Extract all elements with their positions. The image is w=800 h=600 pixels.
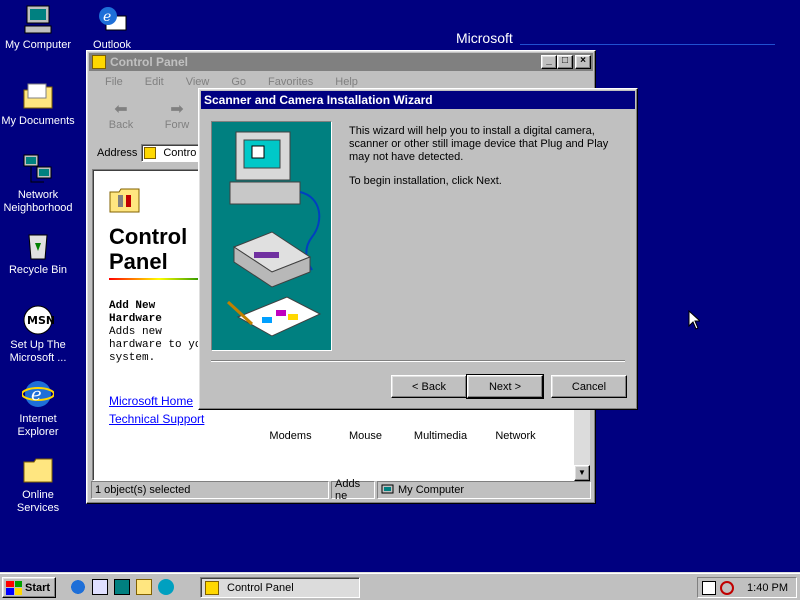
start-label: Start bbox=[25, 581, 51, 594]
address-bar: Address Contro bbox=[93, 143, 208, 163]
technical-support-link[interactable]: Technical Support bbox=[109, 412, 204, 426]
menu-favorites[interactable]: Favorites bbox=[254, 76, 321, 88]
wizard-intro-text: This wizard will help you to install a d… bbox=[349, 125, 609, 163]
item-label: Multimedia bbox=[413, 430, 468, 442]
status-zone: My Computer bbox=[377, 481, 591, 499]
item-label: Network bbox=[495, 430, 536, 442]
desktop-icon-my-documents[interactable]: My Documents bbox=[0, 80, 76, 128]
menu-go[interactable]: Go bbox=[217, 76, 254, 88]
folder-icon bbox=[22, 454, 54, 486]
scanner-camera-illustration-icon bbox=[226, 131, 322, 337]
microsoft-home-link[interactable]: Microsoft Home bbox=[109, 394, 193, 408]
taskbar: Start Control Panel 1:40 PM bbox=[0, 572, 800, 600]
start-button[interactable]: Start bbox=[2, 577, 56, 598]
svg-text:e: e bbox=[103, 9, 111, 25]
heading-gradient-rule bbox=[109, 278, 209, 280]
wizard-separator bbox=[211, 360, 625, 362]
status-objects: 1 object(s) selected bbox=[91, 481, 329, 499]
wizard-instruction-text: To begin installation, click Next. bbox=[349, 175, 502, 187]
wizard-title: Scanner and Camera Installation Wizard bbox=[204, 93, 433, 107]
back-label: Back bbox=[108, 119, 134, 131]
status-description: Adds ne bbox=[331, 478, 375, 502]
item-label: Modems bbox=[269, 430, 312, 442]
brand-divider bbox=[520, 44, 775, 45]
desktop-icon-label: My Documents bbox=[1, 115, 75, 127]
selected-item-title: Add New Hardware bbox=[109, 300, 162, 325]
desktop-icon-recycle-bin[interactable]: Recycle Bin bbox=[0, 229, 76, 277]
control-panel-folder-icon bbox=[92, 55, 106, 69]
wizard-illustration bbox=[211, 121, 332, 351]
folder-icon bbox=[22, 80, 54, 112]
desktop-icon-online-services[interactable]: Online Services bbox=[0, 454, 76, 515]
taskbar-button-control-panel[interactable]: Control Panel bbox=[200, 577, 360, 598]
quick-launch bbox=[70, 579, 174, 595]
outlook-icon: e bbox=[96, 4, 128, 36]
forward-arrow-icon: ➡ bbox=[170, 101, 184, 118]
minimize-button[interactable]: _ bbox=[541, 55, 557, 69]
svg-text:e: e bbox=[31, 384, 42, 405]
control-panel-heading: Control Panel bbox=[109, 224, 187, 274]
mouse-cursor-icon bbox=[688, 310, 700, 330]
desktop-icon-label: Recycle Bin bbox=[8, 264, 68, 276]
desktop-icon-network-neighborhood[interactable]: Network Neighborhood bbox=[0, 154, 76, 215]
scroll-down-button[interactable]: ▼ bbox=[574, 465, 590, 481]
status-bar: 1 object(s) selected Adds ne My Computer bbox=[91, 478, 591, 502]
volume-icon[interactable] bbox=[720, 580, 734, 595]
taskbar-button-label: Control Panel bbox=[227, 581, 294, 594]
back-button[interactable]: < Back bbox=[391, 375, 467, 398]
back-arrow-icon: ⬅ bbox=[114, 101, 128, 118]
outlook-express-icon[interactable] bbox=[92, 579, 108, 595]
address-value: Contro bbox=[163, 147, 197, 159]
msn-icon: MSN bbox=[22, 304, 55, 336]
channels-icon[interactable] bbox=[136, 579, 152, 595]
desktop-icon-label: My Computer bbox=[4, 39, 72, 51]
desktop-icon-internet-explorer[interactable]: e Internet Explorer bbox=[0, 378, 76, 439]
network-icon bbox=[22, 154, 54, 186]
internet-explorer-icon[interactable] bbox=[70, 579, 86, 595]
system-tray: 1:40 PM bbox=[697, 577, 797, 598]
scanner-camera-wizard-dialog[interactable]: Scanner and Camera Installation Wizard T… bbox=[198, 88, 638, 410]
control-panel-small-icon bbox=[144, 147, 157, 159]
control-panel-heading-line2: Panel bbox=[109, 249, 168, 274]
status-zone-label: My Computer bbox=[398, 484, 465, 496]
forward-button[interactable]: ➡ Forw bbox=[149, 95, 205, 139]
control-panel-large-icon bbox=[109, 188, 140, 213]
address-label: Address bbox=[97, 147, 138, 159]
maximize-button[interactable]: □ bbox=[557, 55, 573, 69]
control-panel-small-icon bbox=[205, 580, 219, 595]
menu-help[interactable]: Help bbox=[321, 76, 366, 88]
desktop-icon-outlook[interactable]: e Outlook bbox=[74, 4, 150, 52]
desktop-icon-label: Online Services bbox=[16, 489, 60, 514]
standard-toolbar: ⬅ Back ➡ Forw bbox=[93, 95, 208, 139]
menu-file[interactable]: File bbox=[91, 76, 131, 88]
back-button[interactable]: ⬅ Back bbox=[93, 95, 149, 139]
control-panel-heading-line1: Control bbox=[109, 224, 188, 249]
internet-explorer-icon: e bbox=[21, 378, 55, 410]
recycle-bin-icon bbox=[22, 229, 54, 261]
desktop-icon-label: Internet Explorer bbox=[17, 413, 59, 438]
show-desktop-icon[interactable] bbox=[114, 579, 130, 595]
task-scheduler-icon[interactable] bbox=[702, 580, 716, 595]
wizard-titlebar[interactable]: Scanner and Camera Installation Wizard bbox=[201, 91, 635, 109]
close-button[interactable]: × bbox=[575, 55, 591, 69]
forward-label: Forw bbox=[164, 119, 190, 131]
computer-icon bbox=[381, 484, 394, 494]
item-label: Mouse bbox=[348, 430, 383, 442]
desktop-icon-msn-setup[interactable]: MSN Set Up The Microsoft ... bbox=[0, 304, 76, 365]
window-title: Control Panel bbox=[110, 55, 189, 69]
media-player-icon[interactable] bbox=[158, 579, 174, 595]
svg-text:MSN: MSN bbox=[27, 314, 54, 327]
control-panel-titlebar[interactable]: Control Panel _ □ × bbox=[89, 53, 593, 71]
desktop-icon-label: Set Up The Microsoft ... bbox=[9, 339, 67, 364]
computer-icon bbox=[22, 4, 54, 36]
cancel-button[interactable]: Cancel bbox=[551, 375, 627, 398]
menu-view[interactable]: View bbox=[172, 76, 218, 88]
windows-brand: Microsoft bbox=[456, 30, 513, 46]
desktop-icon-my-computer[interactable]: My Computer bbox=[0, 4, 76, 52]
windows-flag-icon bbox=[6, 580, 22, 595]
next-button[interactable]: Next > bbox=[466, 374, 544, 399]
clock[interactable]: 1:40 PM bbox=[747, 582, 788, 594]
menu-edit[interactable]: Edit bbox=[131, 76, 172, 88]
desktop-icon-label: Network Neighborhood bbox=[3, 189, 73, 214]
